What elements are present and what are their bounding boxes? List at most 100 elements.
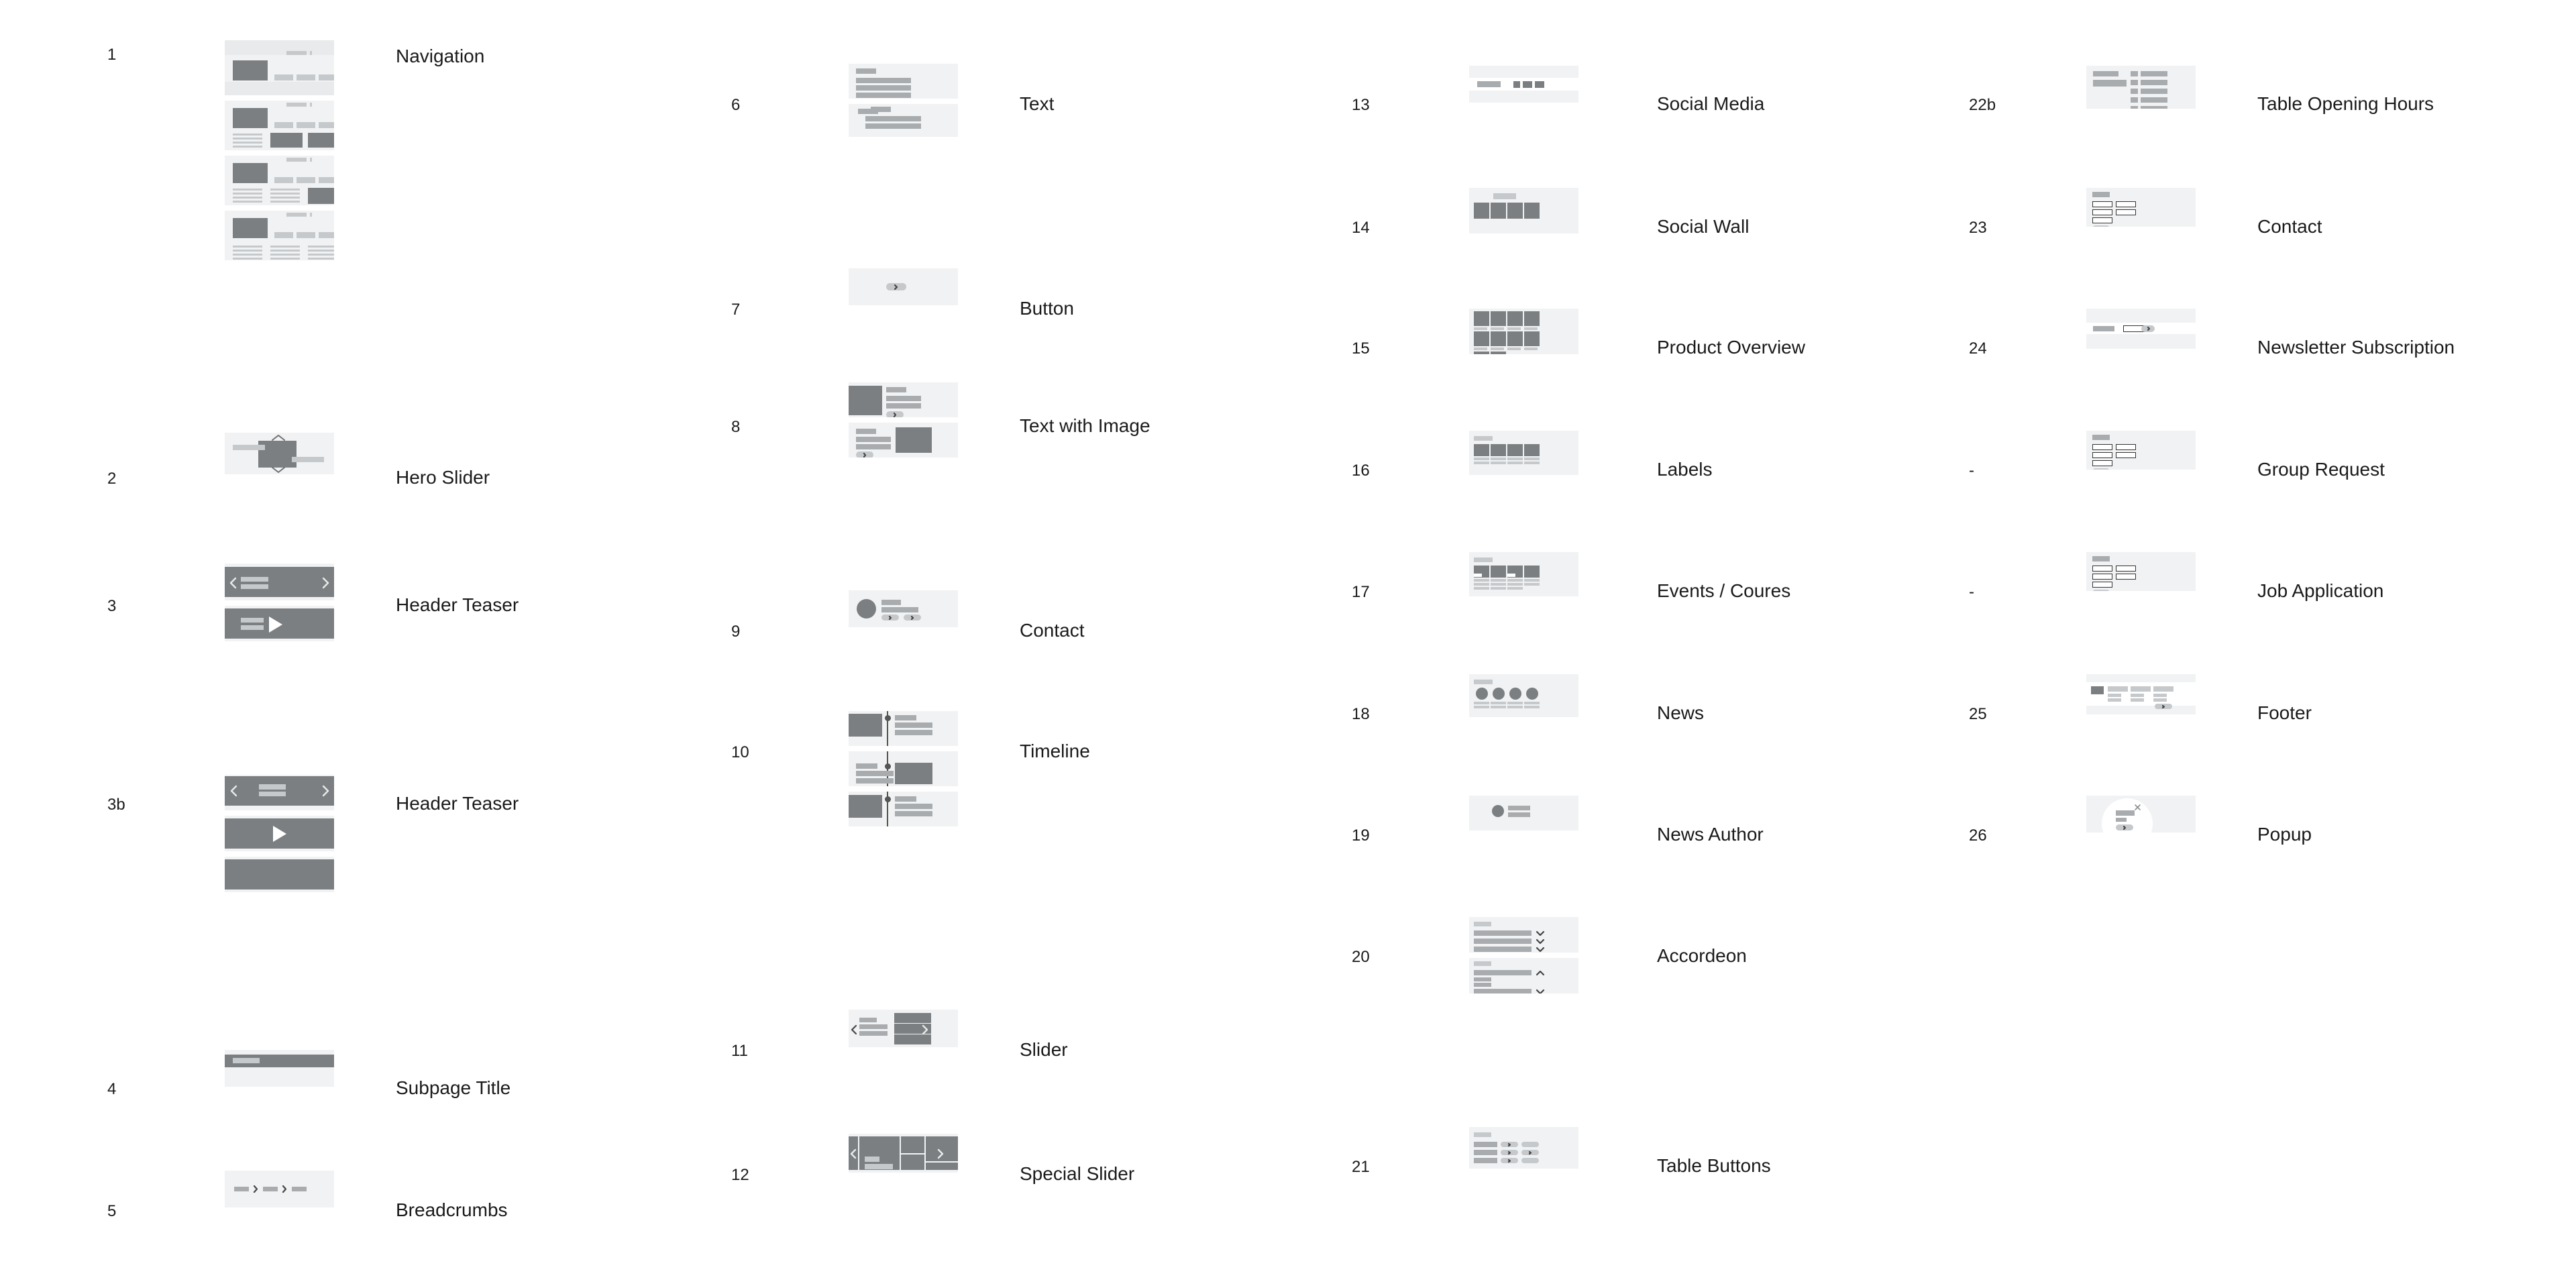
thumb-events-courses[interactable] [1469,552,1578,596]
table-row-button[interactable] [1521,1158,1539,1163]
thumb-header-teaser-b-slider[interactable] [225,775,334,810]
entry-number: 16 [1352,462,1370,480]
close-icon[interactable] [2135,804,2141,810]
thumb-nav-megamenu-b[interactable] [225,156,334,205]
chevron-left-icon[interactable] [851,1024,857,1035]
thumb-special-slider[interactable] [849,1134,958,1173]
thumb-slider[interactable] [849,1010,958,1047]
entry-title: Header Teaser [396,594,519,615]
thumb-labels[interactable] [1469,431,1578,475]
chevron-left-icon[interactable] [850,1148,857,1159]
thumb-group-request[interactable] [2086,431,2196,470]
thumb-news-author[interactable] [1469,796,1578,830]
accordion-header[interactable] [1474,938,1532,944]
thumb-nav-simple[interactable] [225,40,334,95]
thumb-subpage-title[interactable] [225,1050,334,1087]
thumb-header-teaser-b-image[interactable] [225,857,334,892]
form-input[interactable] [2116,566,2136,572]
chevron-left-icon[interactable] [230,785,237,797]
thumbnail-stack [1469,552,1578,596]
thumb-news[interactable] [1469,674,1578,717]
thumb-header-teaser-b-video[interactable] [225,816,334,851]
thumb-product-overview[interactable] [1469,309,1578,354]
thumb-timeline-row-3[interactable] [849,792,958,826]
thumb-header-teaser-video[interactable] [225,606,334,641]
thumb-footer[interactable] [2086,674,2196,714]
entry-title: Subpage Title [396,1077,511,1098]
form-input[interactable] [2116,444,2136,450]
thumb-social-media[interactable] [1469,66,1578,103]
chevron-down-icon[interactable] [1536,930,1545,936]
thumb-nav-megamenu-c[interactable] [225,211,334,260]
accordion-header[interactable] [1474,947,1532,952]
submit-button[interactable] [2092,468,2110,470]
play-icon[interactable] [273,826,286,842]
entry-title: Header Teaser [396,793,519,814]
thumb-popup[interactable] [2086,796,2196,833]
form-input[interactable] [2092,444,2112,450]
thumb-table-buttons[interactable] [1469,1127,1578,1169]
chevron-down-icon[interactable] [1536,947,1545,953]
thumb-text-centered[interactable] [849,104,958,137]
thumb-timeline-row-1[interactable] [849,711,958,746]
chevron-up-icon[interactable] [272,435,285,441]
thumb-job-application[interactable] [2086,552,2196,591]
chevron-down-icon[interactable] [272,467,285,473]
form-input[interactable] [2092,209,2112,215]
form-input[interactable] [2092,574,2112,580]
event-date-badge [1507,574,1515,577]
form-input[interactable] [2116,574,2136,580]
thumb-nav-megamenu-a[interactable] [225,101,334,150]
form-input[interactable] [2092,201,2112,207]
entry-title: Product Overview [1657,337,1805,358]
thumb-contact-person[interactable] [849,590,958,627]
thumb-breadcrumbs[interactable] [225,1171,334,1208]
thumb-text-image-left[interactable] [849,382,958,417]
entry-number: 2 [107,470,117,488]
form-input[interactable] [2092,460,2112,466]
thumb-accordeon-collapsed[interactable] [1469,917,1578,953]
thumbnail-stack [225,40,334,260]
chevron-right-icon[interactable] [922,1024,928,1035]
form-input[interactable] [2092,217,2112,223]
chevron-right-icon [894,284,898,290]
entry-number: 20 [1352,948,1370,966]
accordion-header[interactable] [1474,930,1532,936]
form-input[interactable] [2092,452,2112,458]
entry-number: 14 [1352,219,1370,237]
thumb-hero-slider[interactable] [225,433,334,474]
chevron-right-icon[interactable] [937,1148,944,1159]
chevron-up-icon[interactable] [1536,970,1545,976]
thumb-text-left[interactable] [849,64,958,99]
form-input[interactable] [2092,582,2112,588]
thumb-text-image-right[interactable] [849,423,958,458]
chevron-right-icon[interactable] [322,577,329,589]
thumb-timeline-row-2[interactable] [849,751,958,786]
chevron-down-icon[interactable] [1536,989,1545,994]
thumb-header-teaser-slider[interactable] [225,564,334,600]
entry-title: Special Slider [1020,1163,1135,1184]
thumb-button[interactable] [849,268,958,305]
chevron-right-icon [888,615,892,621]
chevron-right-icon[interactable] [322,785,329,797]
form-input[interactable] [2116,452,2136,458]
accordion-header-open[interactable] [1474,970,1532,975]
thumb-table-opening-hours[interactable] [2086,66,2196,109]
accordion-header[interactable] [1474,989,1532,994]
chevron-left-icon[interactable] [229,577,237,589]
play-icon[interactable] [269,616,282,633]
thumb-contact-form[interactable] [2086,188,2196,227]
form-input[interactable] [2116,209,2136,215]
thumbnail-stack [849,590,958,627]
entry-title: Breadcrumbs [396,1199,508,1220]
submit-button[interactable] [2092,225,2110,227]
thumb-newsletter-subscription[interactable] [2086,309,2196,349]
form-input[interactable] [2116,201,2136,207]
news-avatar [1509,688,1521,700]
thumb-accordeon-expanded[interactable] [1469,958,1578,994]
form-input[interactable] [2092,566,2112,572]
table-row-button[interactable] [1521,1142,1539,1147]
chevron-down-icon[interactable] [1536,938,1545,945]
author-avatar [1492,805,1504,817]
thumb-social-wall[interactable] [1469,188,1578,233]
